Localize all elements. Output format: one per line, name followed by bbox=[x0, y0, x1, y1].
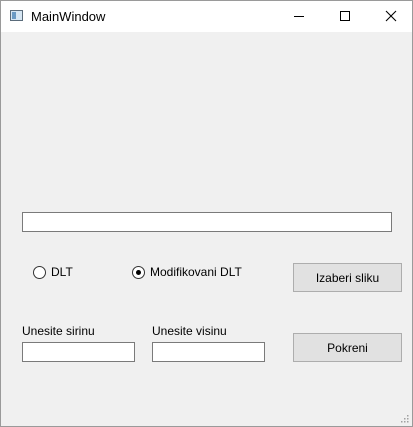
path-display-field[interactable] bbox=[22, 212, 392, 232]
height-input[interactable] bbox=[152, 342, 265, 362]
window-title: MainWindow bbox=[31, 9, 106, 24]
radio-modified-dlt-label: Modifikovani DLT bbox=[150, 265, 242, 279]
minimize-icon bbox=[294, 16, 304, 17]
radio-modified-dlt[interactable]: Modifikovani DLT bbox=[132, 265, 242, 279]
radio-dlt-indicator[interactable] bbox=[33, 265, 46, 279]
title-bar[interactable]: MainWindow bbox=[1, 1, 412, 32]
close-button[interactable] bbox=[368, 1, 413, 32]
radio-dlt-label: DLT bbox=[51, 265, 73, 279]
run-button[interactable]: Pokreni bbox=[293, 333, 402, 362]
maximize-button[interactable] bbox=[322, 1, 368, 32]
radio-modified-dlt-indicator[interactable] bbox=[132, 265, 145, 279]
close-icon bbox=[385, 10, 397, 22]
app-window-icon bbox=[10, 10, 23, 21]
main-window: MainWindow DLT Modifikovani DLT Izaberi … bbox=[0, 0, 413, 427]
resize-grip-icon[interactable] bbox=[401, 415, 409, 423]
minimize-button[interactable] bbox=[276, 1, 322, 32]
width-label: Unesite sirinu bbox=[22, 324, 95, 338]
choose-image-button[interactable]: Izaberi sliku bbox=[293, 263, 402, 292]
width-input[interactable] bbox=[22, 342, 135, 362]
radio-dlt[interactable]: DLT bbox=[33, 265, 73, 279]
height-label: Unesite visinu bbox=[152, 324, 227, 338]
maximize-icon bbox=[340, 11, 350, 21]
